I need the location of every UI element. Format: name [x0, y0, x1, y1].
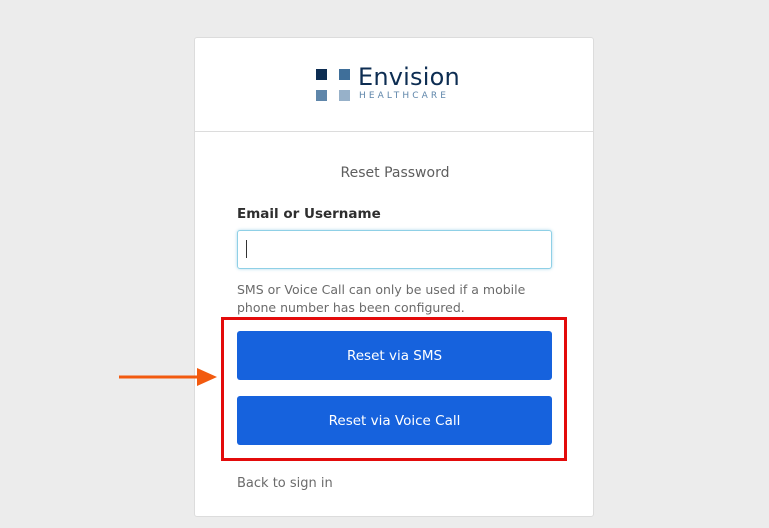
- annotation-arrow-icon: [119, 368, 217, 386]
- logo-square: [339, 69, 350, 80]
- page-background: Envision HEALTHCARE Reset Password Email…: [0, 0, 769, 528]
- sms-voice-hint: SMS or Voice Call can only be used if a …: [237, 282, 526, 315]
- reset-via-sms-button[interactable]: Reset via SMS: [237, 331, 552, 380]
- logo-tagline: HEALTHCARE: [359, 91, 450, 101]
- reset-password-card: Envision HEALTHCARE Reset Password Email…: [194, 37, 594, 517]
- email-username-label: Email or Username: [237, 206, 381, 222]
- logo-wordmark: Envision: [358, 63, 460, 91]
- back-to-sign-in-link[interactable]: Back to sign in: [237, 476, 333, 491]
- reset-via-voice-call-button[interactable]: Reset via Voice Call: [237, 396, 552, 445]
- logo-mark-icon: [316, 67, 350, 101]
- page-title: Reset Password: [340, 165, 450, 181]
- text-cursor: [246, 240, 247, 258]
- card-header: Envision HEALTHCARE: [195, 38, 593, 132]
- logo-square: [316, 90, 327, 101]
- email-username-input[interactable]: [237, 230, 552, 269]
- logo-square: [339, 90, 350, 101]
- logo-square: [316, 69, 327, 80]
- envision-healthcare-logo: Envision HEALTHCARE: [316, 63, 476, 103]
